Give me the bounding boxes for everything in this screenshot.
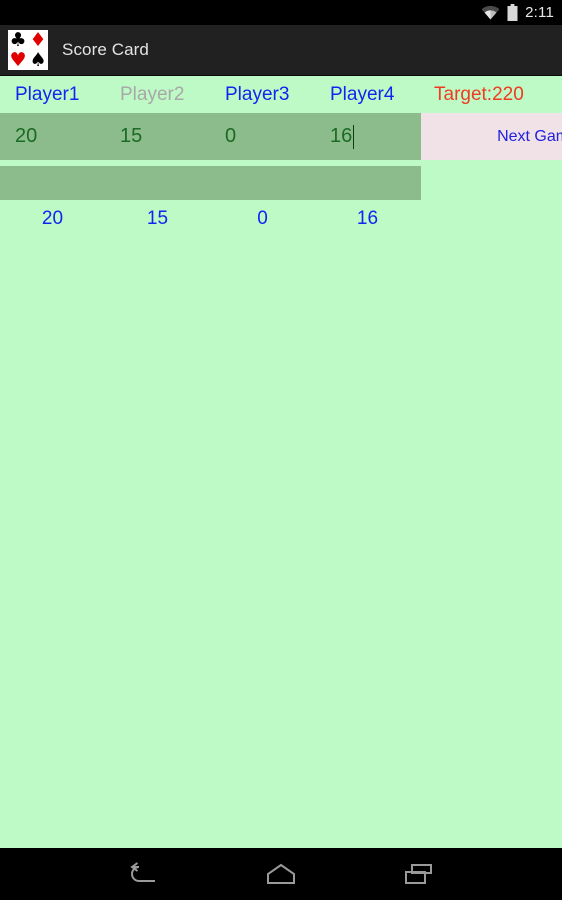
- total-value-player2: 15: [146, 208, 169, 229]
- recents-icon: [405, 864, 432, 884]
- total-player1: 20: [0, 200, 105, 238]
- status-bar: 2:11: [0, 0, 562, 25]
- score-input-row-empty: [0, 166, 421, 200]
- nav-recents-button[interactable]: [391, 852, 447, 896]
- score-card-content: Player1 Player2 Player3 Player4 Target:2…: [0, 76, 562, 860]
- totals-row: 20 15 0 16: [0, 200, 421, 238]
- next-game-button[interactable]: Next Game: [421, 113, 562, 160]
- column-header-player4[interactable]: Player4: [330, 84, 394, 106]
- navigation-bar: [0, 848, 562, 900]
- action-bar: ♣ ♦ ♥ ♠ Score Card: [0, 25, 562, 76]
- score-value-player2: 15: [120, 125, 143, 147]
- score-value-player1: 20: [15, 125, 38, 147]
- status-time: 2:11: [525, 4, 554, 21]
- total-value-player1: 20: [41, 208, 64, 229]
- app-screen: 2:11 ♣ ♦ ♥ ♠ Score Card Player1 Player2 …: [0, 0, 562, 900]
- club-icon: ♣: [9, 28, 27, 51]
- column-header-player3[interactable]: Player3: [225, 84, 289, 106]
- column-header-row: Player1 Player2 Player3 Player4 Target:2…: [0, 76, 562, 113]
- next-game-label: Next Game: [497, 127, 562, 145]
- diamond-icon: ♦: [29, 28, 47, 51]
- total-player2: 15: [105, 200, 210, 238]
- text-cursor: [353, 124, 355, 149]
- total-value-player3: 0: [257, 208, 268, 229]
- score-input-empty-player4[interactable]: [315, 166, 420, 200]
- back-icon: [130, 862, 155, 882]
- target-label: Target:220: [434, 84, 524, 105]
- column-header-player1[interactable]: Player1: [15, 84, 79, 106]
- score-input-empty-player2[interactable]: [105, 166, 210, 200]
- app-title: Score Card: [62, 40, 149, 59]
- score-input-player2[interactable]: 15: [105, 113, 210, 160]
- score-input-player1[interactable]: 20: [0, 113, 105, 160]
- wifi-icon: [481, 5, 500, 20]
- column-header-player2[interactable]: Player2: [120, 84, 184, 106]
- nav-back-button[interactable]: [115, 852, 171, 896]
- total-player4: 16: [315, 200, 420, 238]
- card-suits-icon: ♣ ♦ ♥ ♠: [8, 30, 48, 70]
- score-input-player3[interactable]: 0: [210, 113, 315, 160]
- score-value-player4: 16: [330, 125, 353, 147]
- heart-icon: ♥: [9, 48, 27, 71]
- score-input-player4[interactable]: 16: [315, 113, 420, 160]
- total-value-player4: 16: [356, 208, 379, 229]
- status-icons: 2:11: [481, 4, 554, 21]
- home-icon: [267, 863, 295, 884]
- score-value-player3: 0: [225, 125, 237, 147]
- score-input-empty-player1[interactable]: [0, 166, 105, 200]
- score-input-row: 20 15 0 16: [0, 113, 421, 160]
- battery-icon: [507, 4, 518, 21]
- total-player3: 0: [210, 200, 315, 238]
- score-input-empty-player3[interactable]: [210, 166, 315, 200]
- spade-icon: ♠: [29, 48, 47, 71]
- nav-home-button[interactable]: [253, 852, 309, 896]
